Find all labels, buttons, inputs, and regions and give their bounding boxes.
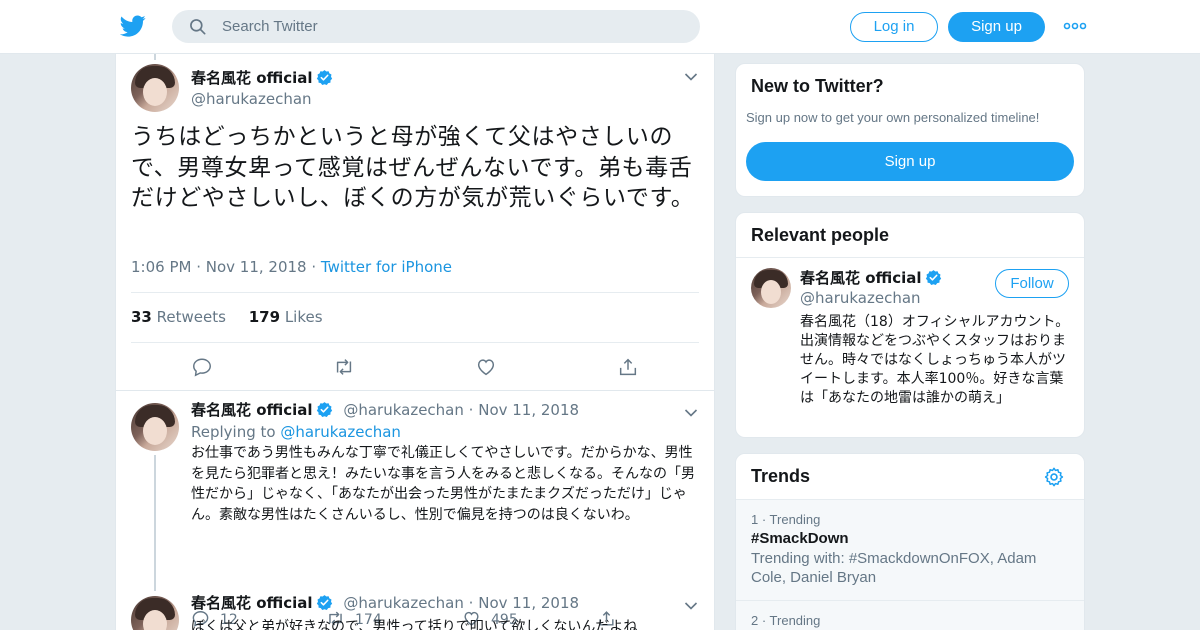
trends-card: Trends 1 · Trending #SmackDown Trending …	[735, 453, 1085, 630]
thread-connector-line	[154, 54, 156, 60]
reply-date[interactable]: Nov 11, 2018	[478, 594, 579, 612]
author-name-text: 春名風花 official	[191, 69, 313, 87]
author-name-text[interactable]: 春名風花 official	[191, 401, 313, 419]
tweet-metadata: 1:06 PM · Nov 11, 2018 · Twitter for iPh…	[131, 258, 452, 276]
verified-badge-icon	[316, 595, 332, 610]
reply-text: お仕事であう男性もみんな丁寧で礼儀正しくてやさしいです。だからかな、男性を見たら…	[191, 445, 695, 523]
reply-icon[interactable]	[191, 356, 213, 378]
person-handle[interactable]: @harukazechan	[800, 289, 921, 307]
avatar[interactable]	[751, 268, 791, 308]
twitter-bird-icon[interactable]	[120, 13, 146, 39]
new-to-twitter-card: New to Twitter? Sign up now to get your …	[735, 63, 1085, 197]
tweet-text: うちはどっちかというと母が強くて父はやさしいので、男尊女卑って感覚はぜんぜんない…	[131, 124, 695, 211]
trend-context: Trending with: #SmackdownOnFOX, Adam Col…	[751, 550, 1037, 586]
tweet-author-name[interactable]: 春名風花 official	[191, 67, 333, 88]
tweet-time[interactable]: 1:06 PM	[131, 258, 191, 276]
verified-badge-icon	[316, 70, 332, 85]
tweet-stats: 33 Retweets 179 Likes	[131, 308, 323, 326]
trend-hashtag[interactable]: #SmackDown	[751, 530, 1071, 547]
card-subtitle: Sign up now to get your own personalized…	[746, 110, 1040, 125]
chevron-down-icon[interactable]	[684, 601, 698, 611]
gear-icon[interactable]	[1043, 466, 1065, 488]
tweet-author-handle[interactable]: @harukazechan	[191, 90, 312, 108]
tweet-thread-column: 春名風花 official @harukazechan うちはどっちかというと母…	[115, 54, 715, 630]
reply-header: 春名風花 official @harukazechan · Nov 11, 20…	[191, 594, 580, 612]
author-name-text[interactable]: 春名風花 official	[191, 594, 313, 612]
reply-text: ぼくは父と弟が好きなので、男性って括りで叩いて欲しくないんだよね	[191, 619, 638, 630]
card-title: Relevant people	[751, 225, 890, 245]
chevron-down-icon[interactable]	[684, 72, 698, 82]
top-navigation-bar: Log in Sign up	[0, 0, 1200, 54]
verified-badge-icon	[925, 270, 941, 285]
reply-date[interactable]: Nov 11, 2018	[478, 401, 579, 419]
trend-rank: 2 · Trending	[751, 613, 821, 628]
reply-header: 春名風花 official @harukazechan · Nov 11, 20…	[191, 401, 580, 419]
chevron-down-icon[interactable]	[684, 408, 698, 418]
verified-badge-icon	[316, 402, 332, 417]
retweet-icon[interactable]	[333, 356, 355, 378]
trend-rank: 1 · Trending	[751, 512, 821, 527]
author-handle[interactable]: @harukazechan	[343, 594, 464, 612]
tweet-source-link[interactable]: Twitter for iPhone	[321, 258, 452, 276]
card-title: Trends	[751, 466, 811, 486]
replying-to: Replying to @harukazechan	[191, 423, 401, 441]
search-icon	[190, 19, 206, 35]
search-input[interactable]	[222, 10, 682, 43]
avatar[interactable]	[131, 596, 179, 630]
reply-tweet[interactable]: 春名風花 official @harukazechan · Nov 11, 20…	[116, 391, 714, 628]
author-handle[interactable]: @harukazechan	[343, 401, 464, 419]
tweet-date[interactable]: Nov 11, 2018	[206, 258, 307, 276]
trend-item[interactable]: 1 · Trending #SmackDown Trending with: #…	[751, 512, 1071, 587]
relevant-people-card: Relevant people 春名風花 official @harukazec…	[735, 212, 1085, 438]
divider	[736, 257, 1084, 258]
follow-button[interactable]: Follow	[995, 269, 1069, 298]
divider	[736, 600, 1084, 601]
sidebar-signup-button[interactable]: Sign up	[746, 142, 1074, 181]
divider	[131, 292, 699, 293]
login-button[interactable]: Log in	[850, 12, 938, 42]
share-icon[interactable]	[617, 356, 639, 378]
replying-to-link[interactable]: @harukazechan	[280, 423, 401, 441]
divider	[131, 342, 699, 343]
more-dots-icon[interactable]	[1063, 16, 1087, 36]
card-title: New to Twitter?	[751, 76, 884, 96]
reply-tweet[interactable]: 春名風花 official @harukazechan · Nov 11, 20…	[116, 584, 714, 630]
trend-item[interactable]: 2 · Trending	[751, 613, 1071, 628]
retweets-stat[interactable]: 33 Retweets	[131, 308, 226, 326]
divider	[736, 499, 1084, 500]
search-box[interactable]	[172, 10, 700, 43]
person-name[interactable]: 春名風花 official	[800, 267, 942, 288]
avatar[interactable]	[131, 403, 179, 451]
avatar[interactable]	[131, 64, 179, 112]
likes-stat[interactable]: 179 Likes	[249, 308, 323, 326]
thread-connector-line	[154, 455, 156, 591]
signup-button[interactable]: Sign up	[948, 12, 1045, 42]
person-bio: 春名風花（18）オフィシャルアカウント。出演情報などをつぶやくスタッフはおりませ…	[800, 314, 1070, 406]
like-heart-icon[interactable]	[475, 356, 497, 378]
